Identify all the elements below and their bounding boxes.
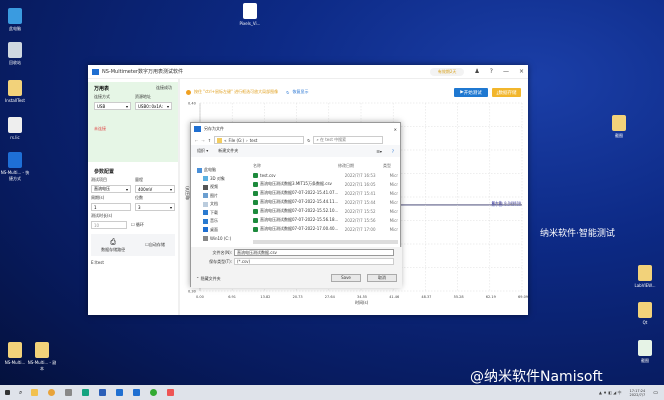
new-folder-button[interactable]: 新建文件夹 bbox=[218, 148, 238, 154]
excel-file-icon bbox=[253, 181, 258, 187]
file-row[interactable]: 直流电压测试数据3.MIT15万条数据.csv 2022/7/1 16:05 Mic… bbox=[253, 180, 398, 188]
app-icon[interactable] bbox=[167, 389, 175, 396]
folder-icon bbox=[217, 137, 223, 143]
hide-folders-toggle[interactable]: ⌃ 隐藏文件夹 bbox=[196, 276, 221, 282]
y-tick-label: 0.30 bbox=[188, 290, 196, 294]
x-tick-label: 34.55 bbox=[357, 295, 367, 299]
nav-item[interactable]: 文档 bbox=[191, 200, 246, 209]
ns-app-icon[interactable] bbox=[116, 389, 124, 396]
back-button[interactable]: ← bbox=[195, 138, 198, 143]
x-tick-label: 27.64 bbox=[325, 295, 336, 299]
notification-icon[interactable]: ▭ bbox=[653, 390, 658, 396]
up-button[interactable]: ↑ bbox=[208, 138, 211, 143]
nav-item[interactable]: 桌面 bbox=[191, 226, 246, 235]
app-icon[interactable] bbox=[65, 389, 73, 396]
file-row[interactable]: 直流电压测试数据07-07-2022-15.52.10... 2022/7/7 1… bbox=[253, 207, 398, 215]
start-button[interactable] bbox=[5, 390, 10, 395]
dialog-title: 另存为文件 bbox=[204, 126, 224, 131]
cancel-button[interactable]: 取消 bbox=[367, 274, 397, 282]
word-icon[interactable] bbox=[99, 389, 107, 396]
file-row[interactable]: 直流电压测试数据07-07-2022-15.56.18... 2022/7/7 1… bbox=[253, 216, 398, 224]
wechat-icon[interactable] bbox=[150, 389, 158, 396]
col-name[interactable]: 名称 bbox=[253, 163, 338, 169]
col-date[interactable]: 修改日期 bbox=[338, 163, 383, 169]
file-row[interactable]: 直流电压测试数据07-07-2022-15.41.07... 2022/7/7 1… bbox=[253, 189, 398, 197]
filetype-label: 保存类型(T): bbox=[209, 258, 232, 264]
excel-file-icon bbox=[253, 208, 258, 214]
x-axis-label: 时间(s) bbox=[355, 299, 369, 305]
view-menu[interactable]: ☰▾ bbox=[376, 149, 382, 154]
y-tick-label: 0.40 bbox=[188, 102, 196, 106]
x-tick-label: 69.09 bbox=[518, 295, 528, 299]
x-tick-label: 6.91 bbox=[228, 295, 236, 299]
filename-input[interactable]: 直流电压测试数据.csv bbox=[234, 249, 394, 256]
search-icon[interactable]: ⌕ bbox=[19, 389, 22, 397]
excel-file-icon bbox=[253, 217, 258, 223]
x-tick-label: 62.19 bbox=[486, 295, 496, 299]
taskbar: ⌕ ▲ ♦ ◧ ◢ 中 17:17:24 2022/7/7 ▭ bbox=[0, 385, 664, 400]
col-type[interactable]: 类型 bbox=[383, 163, 391, 169]
tray-icons[interactable]: ▲ ♦ ◧ ◢ 中 bbox=[599, 390, 622, 396]
nav-item[interactable]: Win10 (C:) bbox=[191, 234, 246, 243]
chrome-icon[interactable] bbox=[48, 389, 56, 396]
nav-pane: 此电脑 3D 对象 视频 图片 文档 下载 音乐 桌面 Win10 (C:) bbox=[191, 166, 246, 246]
address-bar[interactable]: « File (G:) › test bbox=[214, 136, 305, 144]
organize-menu[interactable]: 组织 ▾ bbox=[197, 148, 208, 154]
x-tick-label: 55.28 bbox=[454, 295, 464, 299]
help-icon[interactable]: ? bbox=[392, 149, 394, 154]
x-tick-label: 41.46 bbox=[389, 295, 399, 299]
nav-item[interactable]: 此电脑 bbox=[191, 166, 246, 175]
nav-item[interactable]: 视频 bbox=[191, 183, 246, 192]
file-row[interactable]: 直流电压测试数据07-07-2022-15.44.11... 2022/7/7 1… bbox=[253, 198, 398, 206]
filename-label: 文件名(N): bbox=[212, 249, 232, 255]
filetype-select[interactable]: (*.csv) bbox=[234, 258, 394, 265]
file-row[interactable]: 直流电压测试数据07-07-2022-17.00.40... 2022/7/7 1… bbox=[253, 225, 398, 233]
excel-file-icon bbox=[253, 199, 258, 205]
excel-file-icon bbox=[253, 226, 258, 232]
x-tick-label: 0.00 bbox=[196, 295, 204, 299]
column-headers: 名称 修改日期 类型 bbox=[253, 163, 401, 169]
forward-button[interactable]: → bbox=[201, 138, 204, 143]
app-icon[interactable] bbox=[82, 389, 90, 396]
file-explorer-icon[interactable] bbox=[31, 389, 39, 396]
nav-item[interactable]: 3D 对象 bbox=[191, 175, 246, 184]
nav-item[interactable]: 下载 bbox=[191, 209, 246, 218]
excel-file-icon bbox=[253, 190, 258, 196]
ns-app-icon[interactable] bbox=[133, 389, 141, 396]
save-as-dialog: 另存为文件 ✕ ← → ↑ « File (G:) › test ↻ ⌕ 在 test… bbox=[190, 122, 402, 288]
refresh-button[interactable]: ↻ bbox=[307, 138, 310, 143]
excel-file-icon bbox=[253, 172, 258, 178]
x-tick-label: 48.37 bbox=[421, 295, 431, 299]
search-input[interactable]: ⌕ 在 test 中搜索 bbox=[313, 136, 384, 144]
dialog-icon bbox=[194, 126, 201, 132]
dialog-close-button[interactable]: ✕ bbox=[394, 127, 397, 132]
nav-item[interactable]: 图片 bbox=[191, 192, 246, 201]
file-row[interactable]: test.csv 2022/7/7 16:53 Micr bbox=[253, 171, 398, 179]
save-button[interactable]: Save bbox=[331, 274, 361, 282]
nav-item[interactable]: 音乐 bbox=[191, 217, 246, 226]
max-label: 最大值: 0.345830 bbox=[492, 200, 522, 205]
clock[interactable]: 17:17:24 2022/7/7 bbox=[630, 389, 646, 397]
horizontal-scrollbar[interactable] bbox=[253, 240, 398, 244]
x-tick-label: 20.73 bbox=[293, 295, 303, 299]
x-tick-label: 13.82 bbox=[260, 295, 270, 299]
